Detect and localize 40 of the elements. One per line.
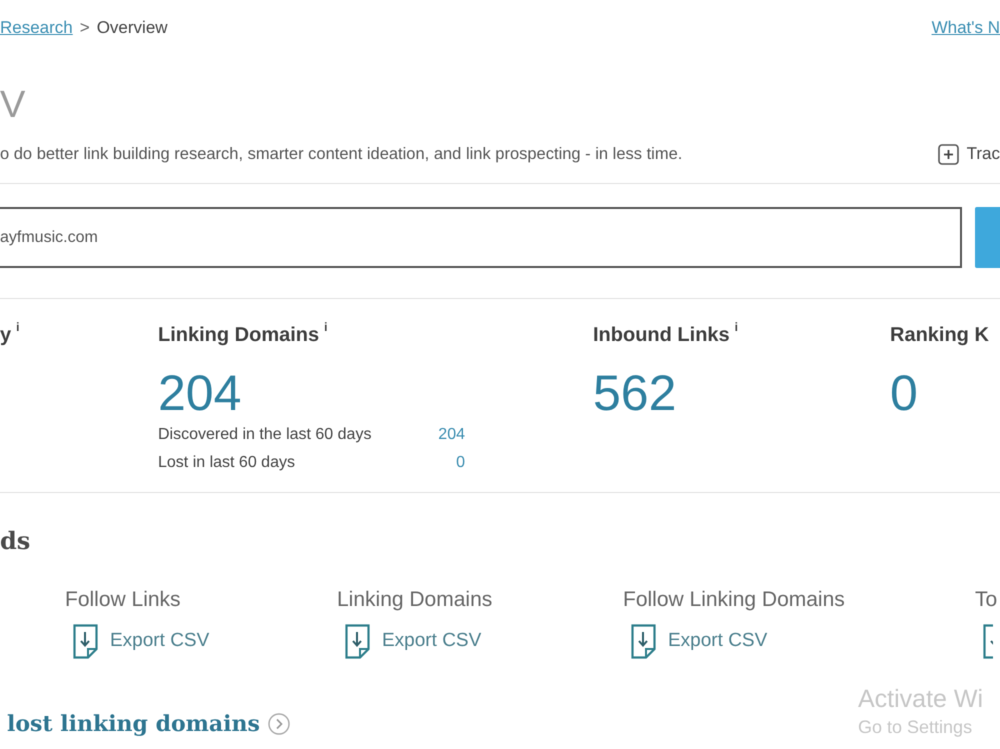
export-button[interactable]: Export CSV	[73, 623, 210, 659]
export-button[interactable]: Export CSV	[345, 623, 482, 659]
detail-label: Lost in last 60 days	[158, 453, 296, 473]
file-download-icon	[631, 624, 656, 658]
file-download-icon	[983, 624, 993, 658]
file-download-icon	[73, 624, 98, 658]
info-mark[interactable]: i	[734, 321, 738, 333]
breadcrumb-link[interactable]: Research	[0, 18, 73, 38]
export-label: Follow Linking Domains	[623, 587, 845, 613]
track-button[interactable]: Trac	[938, 144, 1000, 164]
metric-label: y	[0, 323, 12, 348]
export-label: Follow Links	[65, 587, 181, 613]
detail-value: 204	[438, 425, 465, 445]
search-input[interactable]: ayfmusic.com	[0, 207, 962, 268]
file-download-icon	[345, 624, 370, 658]
export-label: Linking Domains	[337, 587, 492, 613]
detail-value: 0	[455, 453, 465, 473]
export-label: To	[975, 587, 998, 613]
page-title: V	[0, 83, 26, 128]
activation-title: Activate Wi	[858, 684, 984, 715]
metric-label: Ranking K	[890, 323, 989, 348]
info-mark[interactable]: i	[324, 321, 328, 333]
breadcrumb-separator: >	[80, 18, 90, 38]
metric-value: 0	[890, 365, 919, 421]
metric-label: Inbound Links	[593, 323, 730, 348]
chevron-circle-icon[interactable]	[268, 713, 290, 735]
page-description: o do better link building research, smarter content ideation, and link prospecting - in less time.	[0, 144, 682, 165]
detail-label: Discovered in the last 60 days	[158, 425, 372, 445]
section-title: ds	[0, 525, 32, 557]
metric-value: 204	[158, 365, 242, 421]
info-mark[interactable]: i	[16, 321, 20, 333]
breadcrumb-current: Overview	[96, 18, 168, 38]
header-link[interactable]: What's N	[932, 18, 1000, 38]
plus-square-icon	[938, 144, 959, 164]
activation-subtitle: Go to Settings	[858, 716, 974, 739]
export-button[interactable]	[983, 623, 993, 659]
metric-value: 562	[593, 365, 678, 421]
export-button[interactable]: Export CSV	[631, 623, 768, 659]
section-heading[interactable]: lost linking domains	[7, 707, 260, 741]
metric-label: Linking Domains	[158, 323, 320, 348]
